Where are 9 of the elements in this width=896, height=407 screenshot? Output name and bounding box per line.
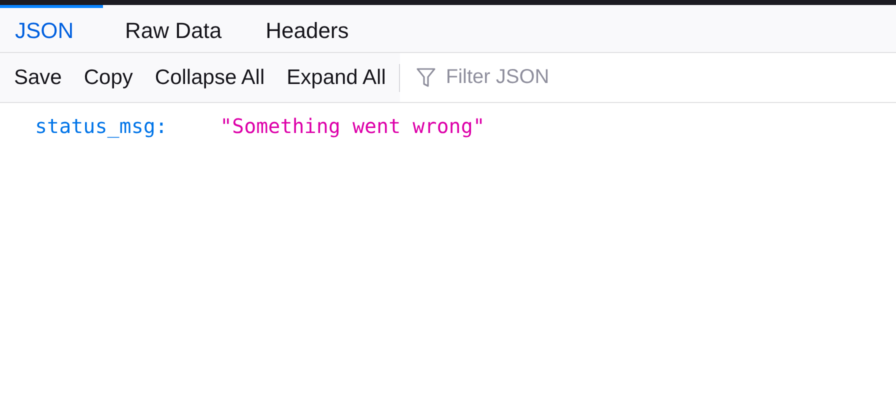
tab[interactable]: Raw Data <box>108 5 239 52</box>
filter-field[interactable]: Filter JSON <box>400 53 896 102</box>
toolbar-button[interactable]: Save <box>0 53 73 102</box>
json-key: status_msg: <box>35 111 220 141</box>
toolbar-button[interactable]: Collapse All <box>144 53 276 102</box>
toolbar-button[interactable]: Expand All <box>276 53 397 102</box>
json-value: "Something went wrong" <box>220 113 485 140</box>
tab[interactable]: Headers <box>248 5 366 52</box>
toolbar-button[interactable]: Copy <box>72 53 144 102</box>
